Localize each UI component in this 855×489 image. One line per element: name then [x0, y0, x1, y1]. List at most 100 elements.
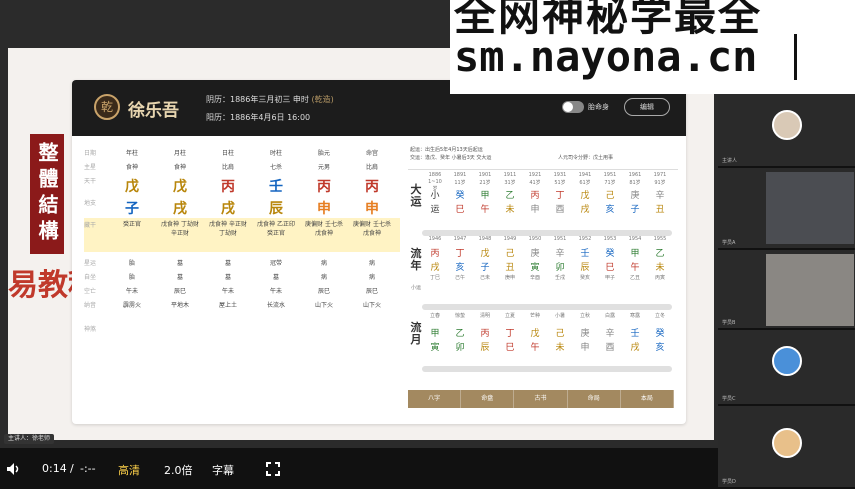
liunian-stem[interactable]: 癸 [601, 246, 619, 259]
liunian-label: 流年 [410, 247, 422, 272]
tab-item[interactable]: 古书 [514, 390, 568, 408]
liunian-branch[interactable]: 辰 [576, 260, 594, 273]
dayun-branch[interactable]: 亥 [601, 202, 619, 215]
liuyue-branch[interactable]: 寅 [426, 340, 444, 353]
dayun-stem[interactable]: 丁 [551, 188, 569, 201]
tab-item[interactable]: 命局 [568, 390, 621, 408]
taiming-toggle[interactable] [562, 101, 584, 113]
liunian-stem[interactable]: 丙 [426, 246, 444, 259]
liuyue-branch[interactable]: 午 [526, 340, 544, 353]
dayun-stem[interactable]: 辛 [651, 188, 669, 201]
self-seat: 病 [320, 274, 327, 281]
earthly-branch: 戌 [221, 201, 235, 217]
main-star: 七杀 [269, 164, 282, 171]
dayun-age: 61岁 [579, 180, 591, 186]
liunian-branch[interactable]: 丑 [501, 260, 519, 273]
liunian-branch[interactable]: 戌 [426, 260, 444, 273]
liuyue-stem[interactable]: 己 [551, 326, 569, 339]
fullscreen-icon[interactable] [266, 462, 280, 476]
liuyue-stem[interactable]: 甲 [426, 326, 444, 339]
liuyue-branch[interactable]: 辰 [476, 340, 494, 353]
nayin: 山下火 [362, 302, 381, 309]
dayun-branch[interactable]: 巳 [451, 202, 469, 215]
liunian-stem[interactable]: 戊 [476, 246, 494, 259]
speed-button[interactable]: 2.0倍 [164, 462, 193, 478]
liuyue-branch[interactable]: 卯 [451, 340, 469, 353]
liunian-branch[interactable]: 子 [476, 260, 494, 273]
main-star: 元男 [317, 164, 330, 171]
liunian-stem[interactable]: 壬 [576, 246, 594, 259]
liuyue-stem[interactable]: 丙 [476, 326, 494, 339]
participant-tile[interactable]: 主讲人 [718, 94, 855, 168]
liunian-stem[interactable]: 辛 [551, 246, 569, 259]
fortune-header: 起运：出生后5年4月13天后起运 交运：逢戊、癸年 小暑后3天 交大运 人元司令… [408, 144, 678, 170]
liunian-branch[interactable]: 未 [651, 260, 669, 273]
dayun-branch[interactable]: 申 [526, 202, 544, 215]
liuyue-branch[interactable]: 酉 [601, 340, 619, 353]
void: 辰巳 [317, 288, 330, 295]
liuyue-branch[interactable]: 戌 [626, 340, 644, 353]
liuyue-branch[interactable]: 未 [551, 340, 569, 353]
edit-button[interactable]: 编辑 [624, 98, 670, 116]
row-label: 地支 [84, 200, 97, 207]
liunian-scrollbar[interactable] [422, 304, 672, 310]
dayun-branch[interactable]: 丑 [651, 202, 669, 215]
dayun-branch[interactable]: 酉 [551, 202, 569, 215]
dayun-stem[interactable]: 癸 [451, 188, 469, 201]
liunian-stem[interactable]: 庚 [526, 246, 544, 259]
bottom-tab-bar: 八字 命盘 古书 命局 本局 [408, 390, 675, 408]
liunian-stem[interactable]: 丁 [451, 246, 469, 259]
qiyun-text: 起运：出生后5年4月13天后起运 [410, 147, 483, 153]
dayun-age: 81岁 [629, 180, 641, 186]
dayun-stem[interactable]: 甲 [476, 188, 494, 201]
liuyue-stem[interactable]: 丁 [501, 326, 519, 339]
dayun-stem[interactable]: 小 [426, 188, 444, 201]
dayun-branch[interactable]: 未 [501, 202, 519, 215]
dayun-stem[interactable]: 庚 [626, 188, 644, 201]
dayun-stem[interactable]: 乙 [501, 188, 519, 201]
main-star: 比肩 [221, 164, 234, 171]
pillar-header: 日柱 [221, 150, 234, 157]
liunian-stem[interactable]: 乙 [651, 246, 669, 259]
heavenly-stem: 戊 [173, 179, 187, 195]
volume-icon[interactable] [6, 462, 22, 476]
liuyue-stem[interactable]: 庚 [576, 326, 594, 339]
liuyue-branch[interactable]: 申 [576, 340, 594, 353]
liunian-branch[interactable]: 卯 [551, 260, 569, 273]
liuyue-stem[interactable]: 壬 [626, 326, 644, 339]
tab-item[interactable]: 本局 [621, 390, 675, 408]
dayun-branch[interactable]: 运 [426, 202, 444, 215]
liuyue-stem[interactable]: 辛 [601, 326, 619, 339]
liuyue-stem[interactable]: 戊 [526, 326, 544, 339]
liunian-branch[interactable]: 亥 [451, 260, 469, 273]
dayun-branch[interactable]: 午 [476, 202, 494, 215]
liuyue-branch[interactable]: 亥 [651, 340, 669, 353]
tab-item[interactable]: 命盘 [461, 390, 515, 408]
liunian-stem[interactable]: 甲 [626, 246, 644, 259]
participant-tile[interactable]: 学员B [718, 250, 855, 330]
dayun-stem[interactable]: 戊 [576, 188, 594, 201]
row-label: 星运 [84, 260, 97, 267]
liunian-branch[interactable]: 巳 [601, 260, 619, 273]
hidden-stems: 庚偏财 壬七杀 戊食神 [353, 221, 391, 237]
liunian-branch[interactable]: 午 [626, 260, 644, 273]
liunian-stem[interactable]: 己 [501, 246, 519, 259]
dayun-stem[interactable]: 己 [601, 188, 619, 201]
quality-button[interactable]: 高清 [118, 462, 140, 478]
dayun-branch[interactable]: 戌 [576, 202, 594, 215]
liunian-branch[interactable]: 寅 [526, 260, 544, 273]
participant-tile[interactable]: 学员D [718, 406, 855, 489]
liuyue-branch[interactable]: 巳 [501, 340, 519, 353]
tab-item[interactable]: 八字 [408, 390, 462, 408]
dayun-branch[interactable]: 子 [626, 202, 644, 215]
participant-tile[interactable]: 学员A [718, 168, 855, 250]
participant-tile[interactable]: 学员C [718, 330, 855, 406]
xiaoyun-gz: 己午 [454, 275, 465, 281]
liuyue-stem[interactable]: 癸 [651, 326, 669, 339]
liuyue-stem[interactable]: 乙 [451, 326, 469, 339]
subtitle-button[interactable]: 字幕 [212, 462, 234, 478]
dayun-age: 71岁 [604, 180, 616, 186]
lunar-date: 阴历：1886年三月初三 申时 (乾造) [206, 95, 334, 104]
liuyue-scrollbar[interactable] [422, 366, 672, 372]
dayun-stem[interactable]: 丙 [526, 188, 544, 201]
